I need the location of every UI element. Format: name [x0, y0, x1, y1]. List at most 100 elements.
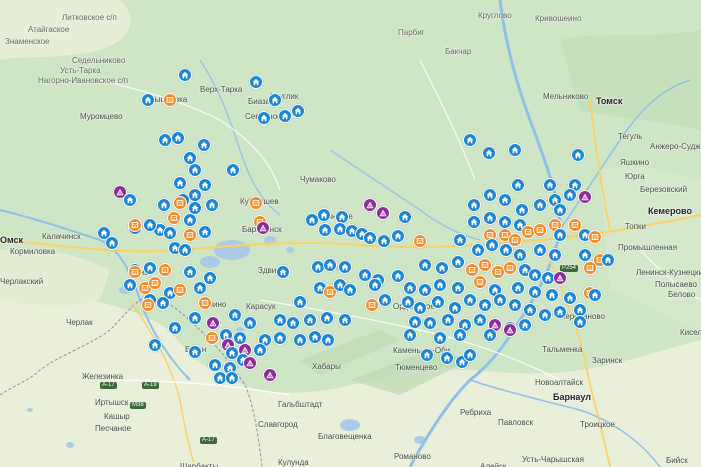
map-marker-home-icon[interactable] [343, 283, 357, 297]
map-marker-home-icon[interactable] [513, 248, 527, 262]
map-marker-home-icon[interactable] [293, 295, 307, 309]
map-marker-home-icon[interactable] [483, 211, 497, 225]
map-marker-building-icon[interactable] [141, 298, 155, 312]
map-marker-home-icon[interactable] [293, 333, 307, 347]
map-marker-home-icon[interactable] [278, 109, 292, 123]
map-marker-landmark-icon[interactable] [376, 206, 390, 220]
map-marker-home-icon[interactable] [363, 231, 377, 245]
map-marker-home-icon[interactable] [578, 248, 592, 262]
map-marker-home-icon[interactable] [123, 278, 137, 292]
map-marker-building-icon[interactable] [583, 261, 597, 275]
map-marker-home-icon[interactable] [420, 348, 434, 362]
map-marker-home-icon[interactable] [508, 143, 522, 157]
map-marker-home-icon[interactable] [188, 311, 202, 325]
map-marker-home-icon[interactable] [178, 243, 192, 257]
map-marker-building-icon[interactable] [249, 196, 263, 210]
map-marker-home-icon[interactable] [148, 338, 162, 352]
map-marker-home-icon[interactable] [433, 331, 447, 345]
map-marker-home-icon[interactable] [518, 318, 532, 332]
map-marker-home-icon[interactable] [391, 269, 405, 283]
map-marker-landmark-icon[interactable] [206, 316, 220, 330]
map-marker-home-icon[interactable] [545, 288, 559, 302]
map-marker-home-icon[interactable] [440, 351, 454, 365]
map-marker-home-icon[interactable] [508, 298, 522, 312]
map-marker-home-icon[interactable] [188, 188, 202, 202]
map-marker-home-icon[interactable] [563, 188, 577, 202]
map-marker-home-icon[interactable] [378, 293, 392, 307]
map-marker-home-icon[interactable] [538, 308, 552, 322]
map-marker-home-icon[interactable] [317, 208, 331, 222]
map-marker-home-icon[interactable] [183, 265, 197, 279]
map-marker-home-icon[interactable] [321, 333, 335, 347]
map-marker-home-icon[interactable] [528, 285, 542, 299]
map-marker-home-icon[interactable] [533, 243, 547, 257]
map-marker-home-icon[interactable] [308, 330, 322, 344]
map-marker-home-icon[interactable] [418, 283, 432, 297]
map-marker-home-icon[interactable] [511, 178, 525, 192]
map-marker-landmark-icon[interactable] [256, 221, 270, 235]
map-marker-building-icon[interactable] [163, 93, 177, 107]
map-marker-building-icon[interactable] [473, 275, 487, 289]
map-marker-home-icon[interactable] [553, 228, 567, 242]
map-marker-home-icon[interactable] [563, 291, 577, 305]
map-marker-home-icon[interactable] [498, 215, 512, 229]
map-marker-home-icon[interactable] [338, 260, 352, 274]
map-marker-home-icon[interactable] [515, 203, 529, 217]
map-marker-building-icon[interactable] [148, 276, 162, 290]
map-marker-home-icon[interactable] [571, 148, 585, 162]
map-marker-home-icon[interactable] [249, 75, 263, 89]
map-marker-home-icon[interactable] [423, 316, 437, 330]
map-marker-home-icon[interactable] [463, 133, 477, 147]
map-marker-building-icon[interactable] [588, 230, 602, 244]
map-marker-building-icon[interactable] [167, 211, 181, 225]
map-marker-building-icon[interactable] [128, 265, 142, 279]
map-marker-home-icon[interactable] [433, 278, 447, 292]
map-canvas[interactable]: Литковское с/п Круглово Кривошеино Атайгаск… [0, 0, 701, 467]
map-marker-home-icon[interactable] [498, 193, 512, 207]
map-marker-home-icon[interactable] [511, 281, 525, 295]
map-marker-home-icon[interactable] [257, 111, 271, 125]
map-marker-home-icon[interactable] [453, 233, 467, 247]
map-marker-home-icon[interactable] [463, 293, 477, 307]
map-marker-home-icon[interactable] [291, 104, 305, 118]
map-marker-home-icon[interactable] [528, 268, 542, 282]
map-marker-home-icon[interactable] [178, 68, 192, 82]
map-marker-home-icon[interactable] [533, 198, 547, 212]
map-marker-home-icon[interactable] [543, 178, 557, 192]
map-marker-home-icon[interactable] [157, 198, 171, 212]
map-marker-home-icon[interactable] [286, 316, 300, 330]
map-marker-home-icon[interactable] [173, 176, 187, 190]
map-marker-home-icon[interactable] [143, 218, 157, 232]
map-marker-home-icon[interactable] [228, 308, 242, 322]
map-marker-home-icon[interactable] [377, 234, 391, 248]
map-marker-home-icon[interactable] [276, 265, 290, 279]
map-marker-landmark-icon[interactable] [503, 323, 517, 337]
map-marker-home-icon[interactable] [253, 343, 267, 357]
map-marker-home-icon[interactable] [435, 261, 449, 275]
map-marker-home-icon[interactable] [183, 213, 197, 227]
map-marker-home-icon[interactable] [485, 238, 499, 252]
map-marker-home-icon[interactable] [273, 313, 287, 327]
map-marker-home-icon[interactable] [143, 261, 157, 275]
map-marker-home-icon[interactable] [467, 215, 481, 229]
map-marker-home-icon[interactable] [188, 345, 202, 359]
map-marker-home-icon[interactable] [205, 198, 219, 212]
map-marker-home-icon[interactable] [323, 258, 337, 272]
map-marker-home-icon[interactable] [473, 313, 487, 327]
map-marker-home-icon[interactable] [478, 298, 492, 312]
map-marker-home-icon[interactable] [318, 223, 332, 237]
map-marker-home-icon[interactable] [156, 296, 170, 310]
map-marker-home-icon[interactable] [441, 313, 455, 327]
map-marker-home-icon[interactable] [553, 305, 567, 319]
map-marker-home-icon[interactable] [588, 288, 602, 302]
map-marker-home-icon[interactable] [105, 236, 119, 250]
map-marker-building-icon[interactable] [173, 196, 187, 210]
map-marker-home-icon[interactable] [467, 198, 481, 212]
map-marker-building-icon[interactable] [205, 331, 219, 345]
map-marker-landmark-icon[interactable] [578, 190, 592, 204]
map-marker-home-icon[interactable] [463, 348, 477, 362]
map-marker-building-icon[interactable] [365, 298, 379, 312]
map-marker-home-icon[interactable] [268, 93, 282, 107]
map-marker-home-icon[interactable] [548, 248, 562, 262]
map-marker-home-icon[interactable] [368, 278, 382, 292]
